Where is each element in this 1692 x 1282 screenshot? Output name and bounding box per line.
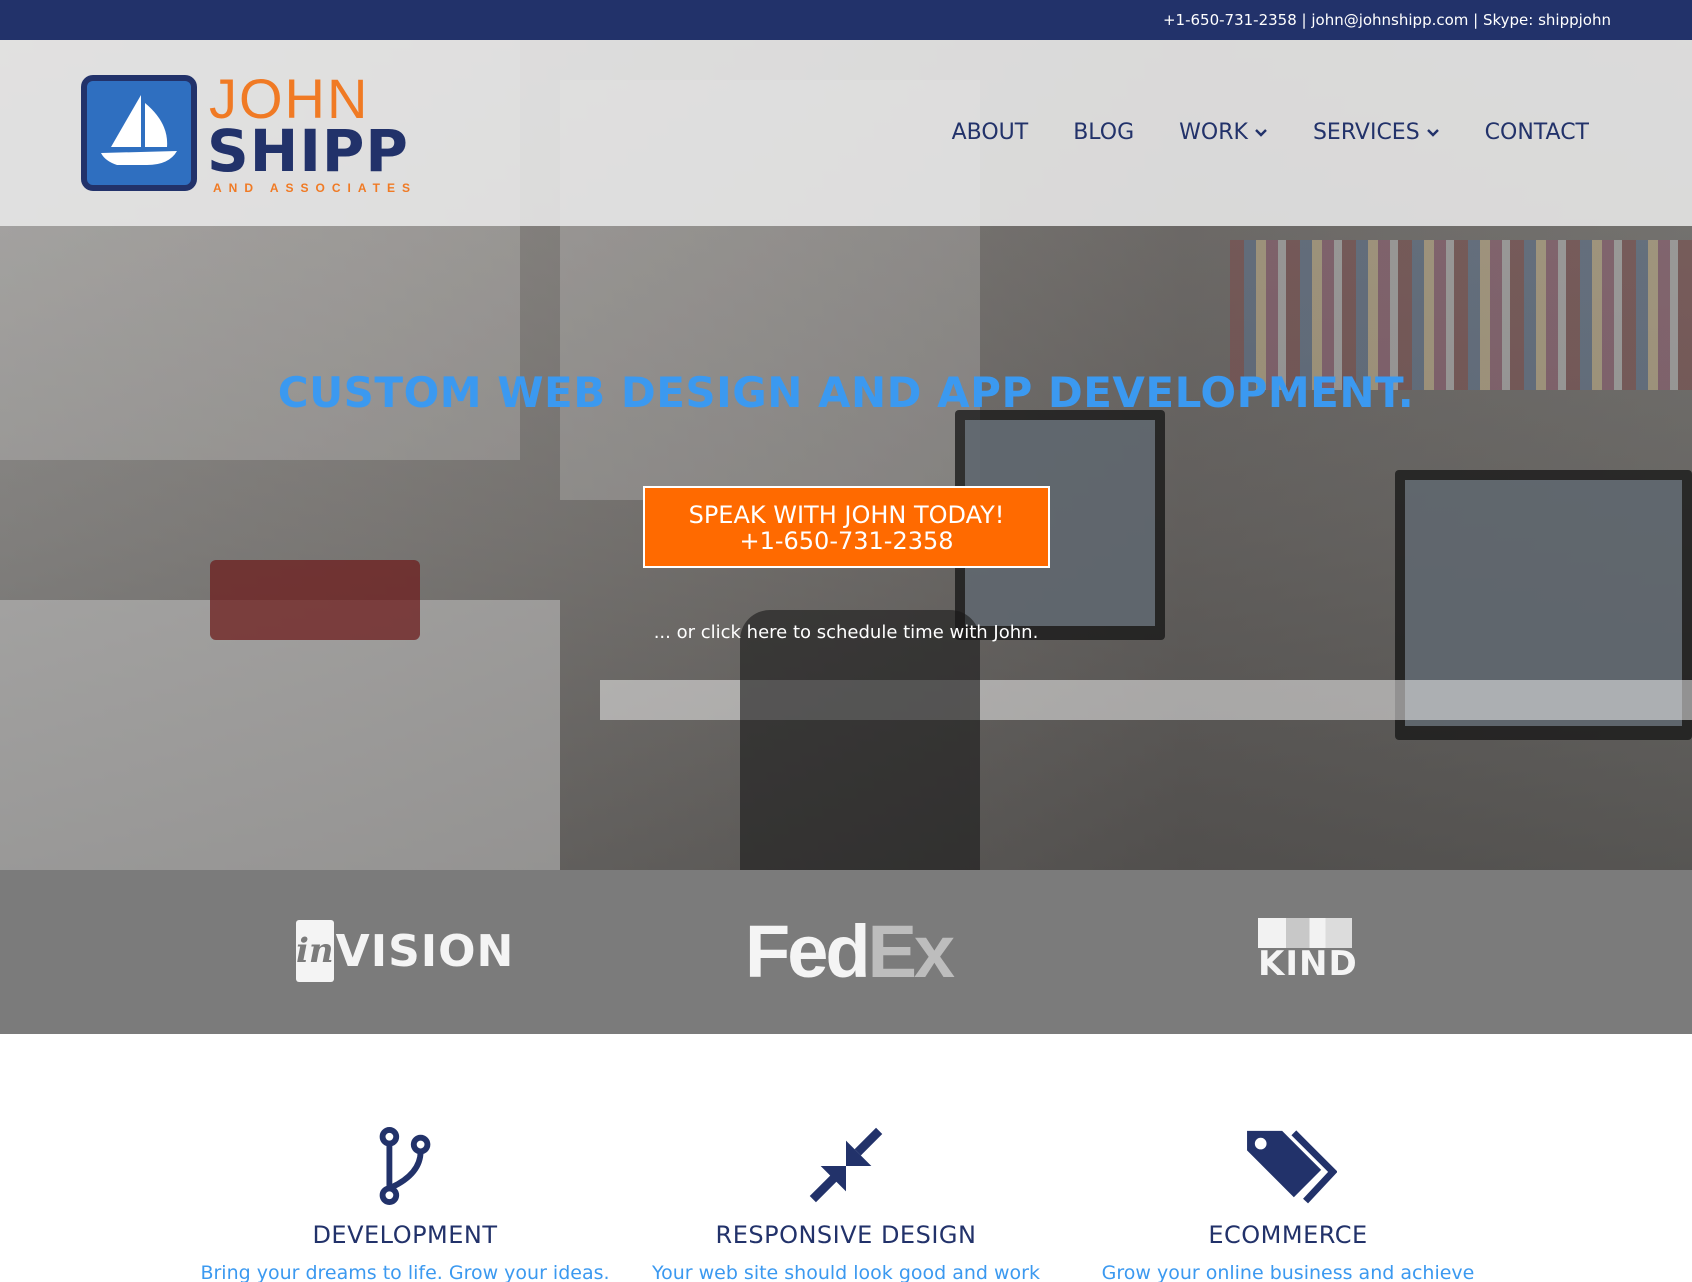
service-ecommerce: ECOMMERCE Grow your online business and … xyxy=(1078,1126,1498,1282)
service-development: DEVELOPMENT Bring your dreams to life. G… xyxy=(195,1126,615,1282)
compress-arrows-icon xyxy=(636,1126,1056,1206)
contact-info[interactable]: +1-650-731-2358 | john@johnshipp.com | S… xyxy=(1163,0,1611,40)
fedex-logo: Fed Ex xyxy=(745,909,955,993)
service-description: Your web site should look good and work xyxy=(651,1262,1040,1282)
kind-logo: KIND xyxy=(1258,918,1357,982)
nav-services[interactable]: SERVICES xyxy=(1313,118,1440,148)
nav-contact[interactable]: CONTACT xyxy=(1485,118,1589,148)
service-title: DEVELOPMENT xyxy=(312,1221,498,1249)
invision-logo: in VISION xyxy=(296,918,513,984)
tags-icon xyxy=(1078,1126,1498,1206)
schedule-link[interactable]: ... or click here to schedule time with … xyxy=(0,620,1692,646)
hero-headline: CUSTOM WEB DESIGN AND APP DEVELOPMENT. xyxy=(277,368,1415,417)
service-description: Grow your online business and achieve xyxy=(1101,1262,1475,1282)
services-section: DEVELOPMENT Bring your dreams to life. G… xyxy=(0,1034,1692,1282)
site-header: JOHN SHIPP AND ASSOCIATES ABOUT BLOG WOR… xyxy=(0,40,1692,226)
sailboat-logo-icon xyxy=(81,75,197,191)
chevron-down-icon xyxy=(1426,129,1439,137)
service-responsive-design: RESPONSIVE DESIGN Your web site should l… xyxy=(636,1126,1056,1282)
main-nav: ABOUT BLOG WORK SERVICES CONTACT xyxy=(952,118,1589,148)
service-description: Bring your dreams to life. Grow your ide… xyxy=(200,1262,610,1282)
logo-tagline: AND ASSOCIATES xyxy=(213,181,418,195)
nav-blog[interactable]: BLOG xyxy=(1073,118,1134,148)
top-contact-bar: +1-650-731-2358 | john@johnshipp.com | S… xyxy=(0,0,1692,40)
code-branch-icon xyxy=(195,1126,615,1206)
service-title: ECOMMERCE xyxy=(1208,1221,1368,1249)
page: +1-650-731-2358 | john@johnshipp.com | S… xyxy=(0,0,1692,1282)
nav-about[interactable]: ABOUT xyxy=(952,118,1029,148)
site-logo[interactable]: JOHN SHIPP AND ASSOCIATES xyxy=(81,69,431,197)
logo-shipp: SHIPP xyxy=(207,117,409,185)
client-logos-band: in VISION Fed Ex KIND xyxy=(0,870,1692,1034)
cta-line-1: SPEAK WITH JOHN TODAY! xyxy=(688,501,1005,529)
service-title: RESPONSIVE DESIGN xyxy=(715,1221,977,1249)
speak-with-john-button[interactable]: SPEAK WITH JOHN TODAY! +1-650-731-2358 xyxy=(643,486,1050,568)
cta-phone: +1-650-731-2358 xyxy=(739,527,954,555)
nav-work[interactable]: WORK xyxy=(1179,118,1268,148)
chevron-down-icon xyxy=(1255,129,1267,137)
